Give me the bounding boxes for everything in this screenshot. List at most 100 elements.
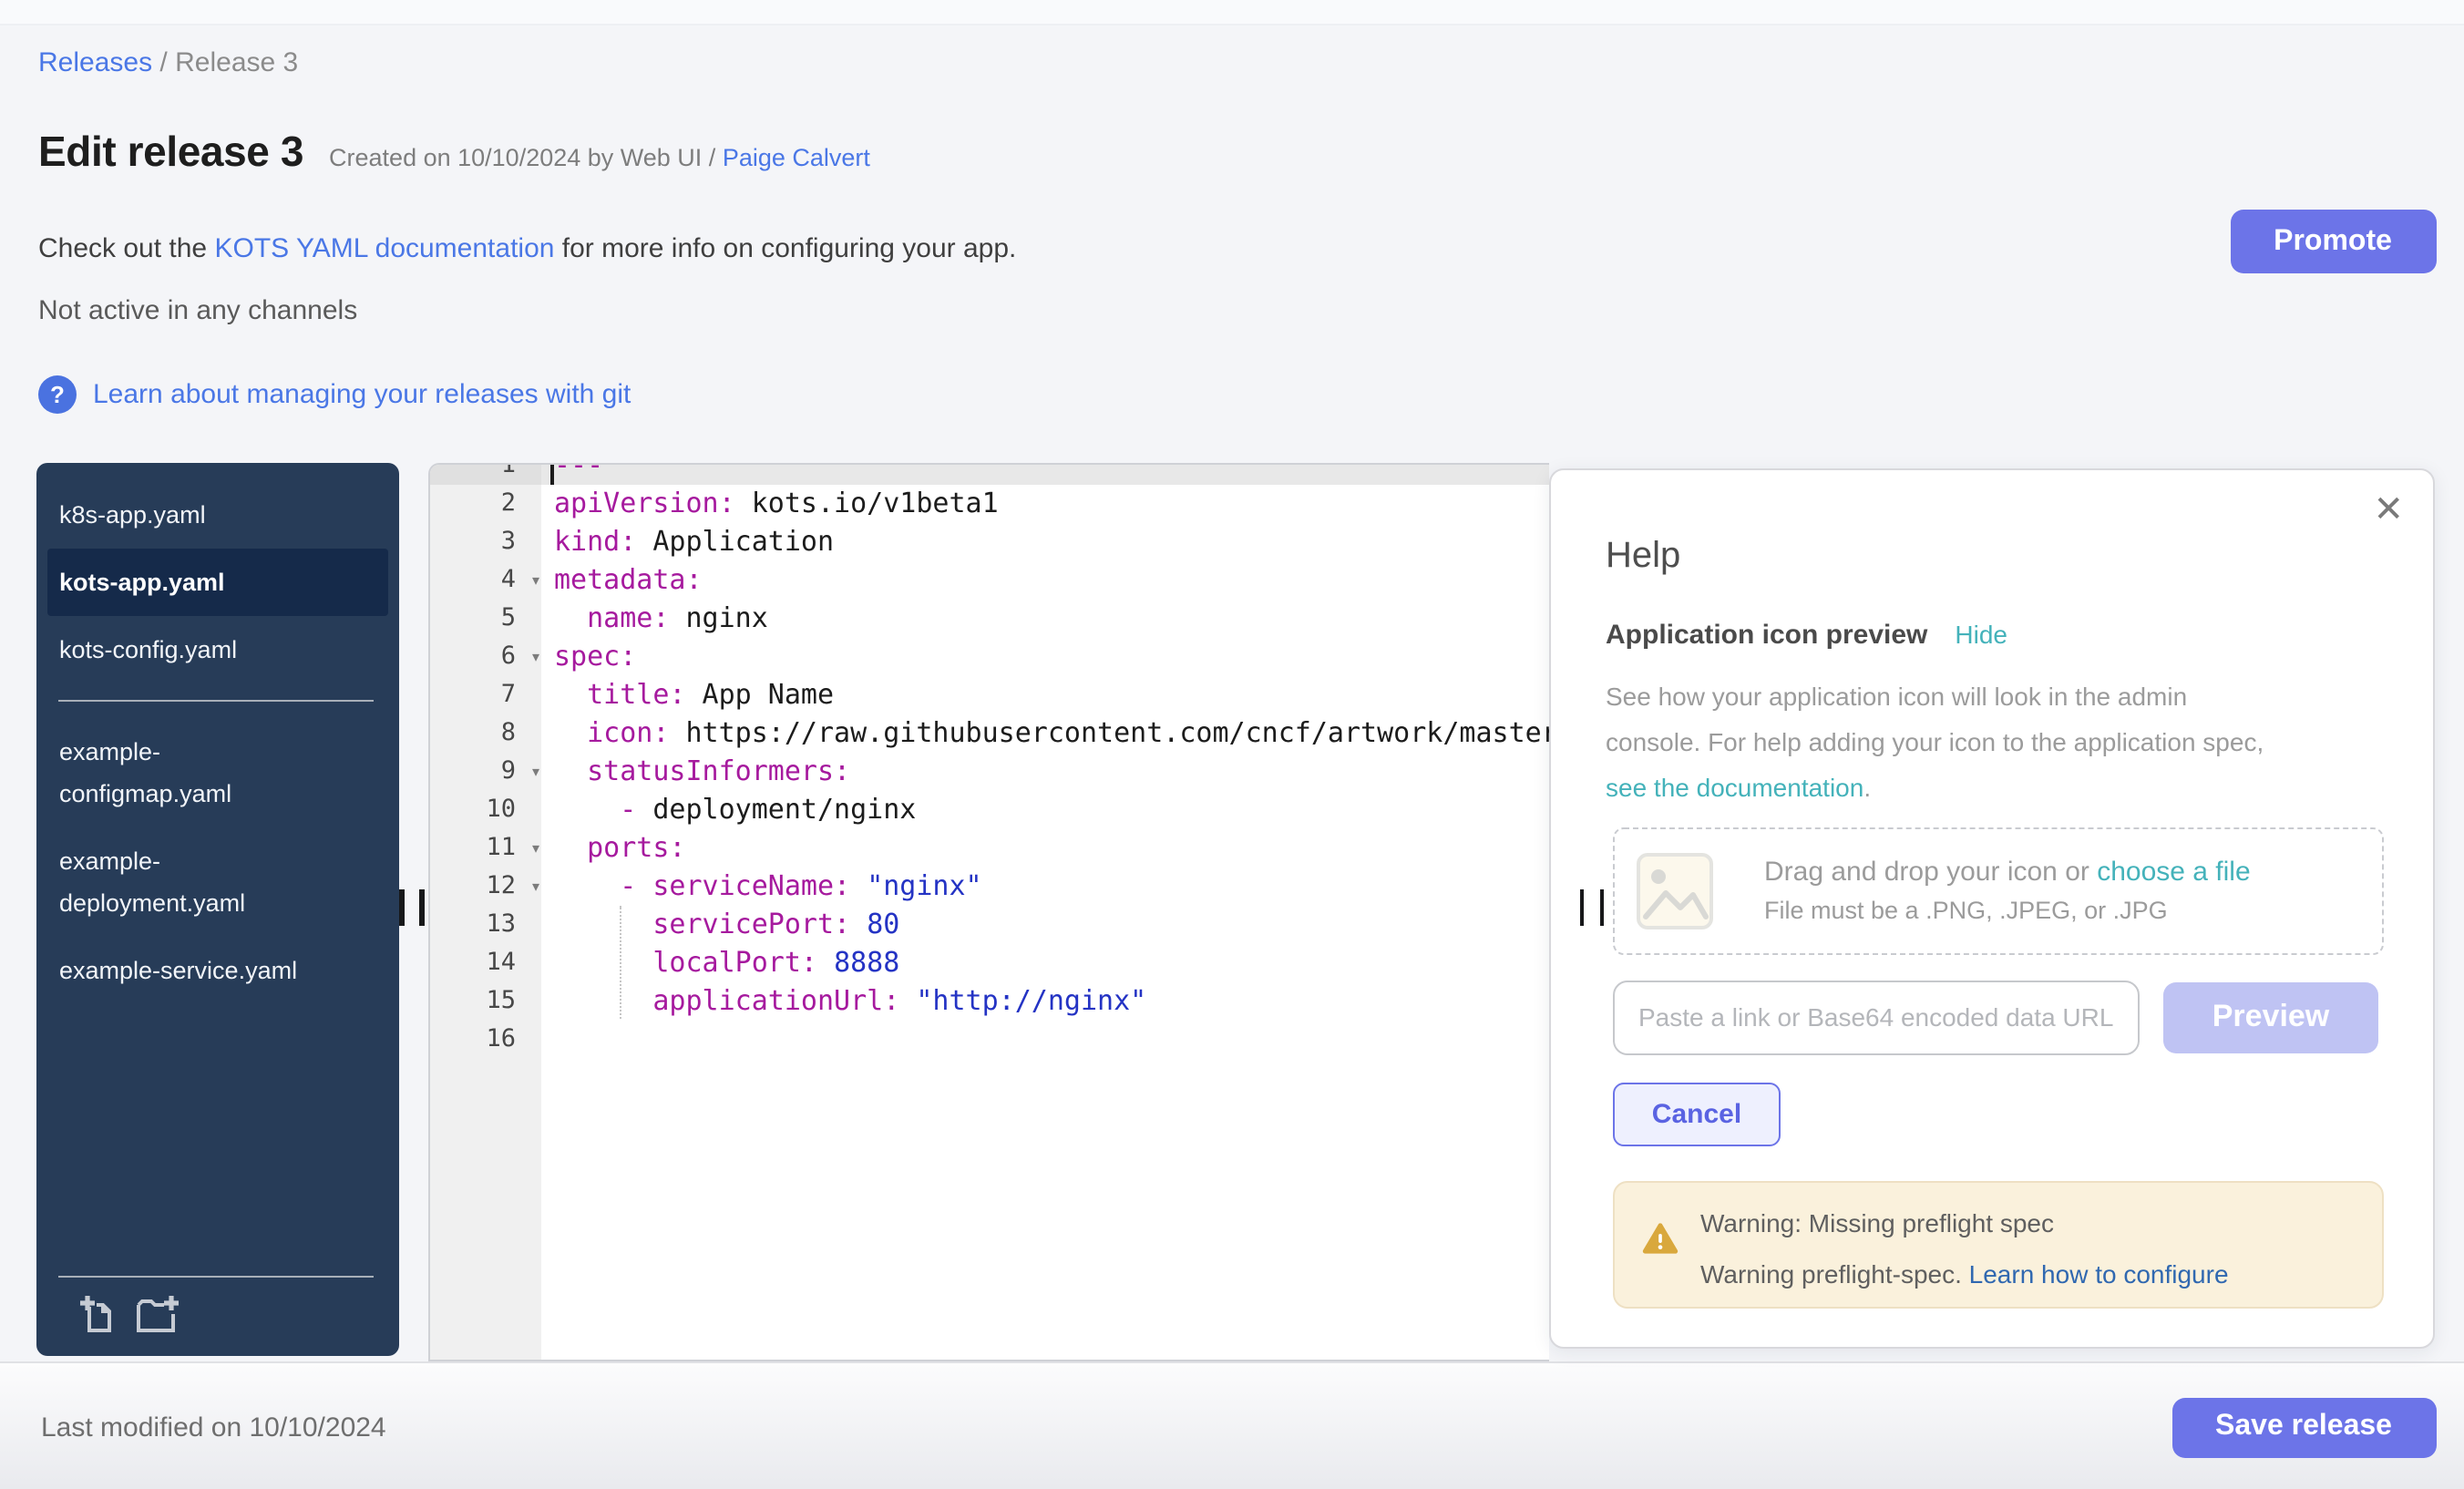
fold-arrow-icon[interactable]: ▾ (532, 561, 539, 600)
learn-how-to-configure-link[interactable]: Learn how to configure (1969, 1258, 2229, 1288)
gutter-line-7: 7 (430, 676, 541, 714)
docs-prefix: Check out the (38, 233, 214, 264)
icon-dropzone[interactable]: Drag and drop your icon or choose a file… (1613, 827, 2384, 954)
code-line-1[interactable]: --- (541, 463, 1549, 485)
code-line-14[interactable]: localPort: 8888 (541, 944, 1549, 982)
file-item-example-service.yaml[interactable]: example-service.yaml (47, 937, 387, 1004)
kots-yaml-docs-link[interactable]: KOTS YAML documentation (214, 233, 554, 264)
code-line-11[interactable]: ports: (541, 829, 1549, 868)
code-line-3[interactable]: kind: Application (541, 523, 1549, 561)
code-line-10[interactable]: - deployment/nginx (541, 791, 1549, 829)
created-text: Created on 10/10/2024 by Web UI / (329, 144, 723, 171)
warning-triangle-icon (1642, 1220, 1679, 1255)
icon-preview-header: Application icon preview Hide (1606, 619, 2007, 650)
dropzone-prefix: Drag and drop your icon or (1764, 857, 2097, 888)
created-info: Created on 10/10/2024 by Web UI / Paige … (329, 144, 870, 171)
sidebar-resize-handle[interactable] (399, 889, 424, 926)
code-line-4[interactable]: metadata: (541, 561, 1549, 600)
save-release-button[interactable]: Save release (2171, 1397, 2436, 1457)
gutter-line-9[interactable]: 9▾ (430, 753, 541, 791)
close-icon[interactable]: ✕ (2373, 491, 2404, 528)
git-help-row: ? Learn about managing your releases wit… (38, 375, 631, 414)
resize-bar (419, 889, 424, 926)
hide-link[interactable]: Hide (1955, 619, 2007, 648)
fold-arrow-icon[interactable]: ▾ (532, 753, 539, 791)
file-label: example-service.yaml (59, 950, 297, 991)
page-title: Edit release 3 (38, 128, 303, 177)
new-folder-icon[interactable] (135, 1292, 182, 1336)
title-row: Edit release 3 Created on 10/10/2024 by … (38, 128, 870, 177)
docs-suffix: for more info on configuring your app. (554, 233, 1016, 264)
dropzone-text: Drag and drop your icon or choose a file… (1764, 857, 2251, 924)
file-group-divider (58, 700, 373, 702)
dropzone-line1: Drag and drop your icon or choose a file (1764, 857, 2251, 888)
editor-resize-handle[interactable] (1579, 889, 1604, 926)
file-label: example-deployment.yaml (59, 840, 314, 924)
promote-button[interactable]: Promote (2230, 210, 2436, 273)
file-item-example-configmap.yaml[interactable]: example-configmap.yaml (47, 718, 387, 827)
created-by-link[interactable]: Paige Calvert (723, 144, 870, 171)
see-documentation-link[interactable]: see the documentation (1606, 772, 1863, 801)
file-list: k8s-app.yaml kots-app.yaml kots-config.yam… (36, 463, 398, 1004)
code-line-13[interactable]: servicePort: 80 (541, 906, 1549, 944)
gutter-line-12[interactable]: 12▾ (430, 868, 541, 906)
text-cursor (550, 465, 553, 485)
code-line-12[interactable]: - serviceName: "nginx" (541, 868, 1549, 906)
channel-status: Not active in any channels (38, 295, 357, 326)
indent-guide (620, 906, 621, 1019)
breadcrumb-separator: / (152, 47, 175, 78)
help-panel-title: Help (1606, 535, 1680, 577)
file-label: kots-app.yaml (59, 561, 225, 603)
gutter-line-14: 14 (430, 944, 541, 982)
gutter-line-8: 8 (430, 714, 541, 753)
docs-line: Check out the KOTS YAML documentation fo… (38, 233, 1016, 264)
git-releases-link[interactable]: Learn about managing your releases with … (93, 379, 631, 410)
file-label: example-configmap.yaml (59, 731, 314, 815)
new-file-icon[interactable] (75, 1292, 118, 1336)
sidebar-bottom (36, 1276, 398, 1336)
footer: Last modified on 10/10/2024 Save release (0, 1361, 2464, 1489)
help-description-line: See how your application icon will look … (1606, 681, 2187, 710)
warning-title: Warning: Missing preflight spec (1700, 1207, 2054, 1237)
file-item-kots-app.yaml[interactable]: kots-app.yaml (47, 549, 387, 616)
help-description-period: . (1863, 772, 1871, 801)
code-line-5[interactable]: name: nginx (541, 600, 1549, 638)
gutter-line-1: 1 (430, 463, 541, 485)
icon-url-input[interactable] (1613, 980, 2140, 1054)
code-line-8[interactable]: icon: https://raw.githubusercontent.com/… (541, 714, 1549, 753)
code-line-16[interactable] (541, 1021, 1549, 1059)
gutter-line-4[interactable]: 4▾ (430, 561, 541, 600)
help-description-line: console. For help adding your icon to th… (1606, 726, 2264, 755)
yaml-editor[interactable]: 1234▾56▾789▾1011▾12▾13141516 ---apiVersi… (428, 463, 1549, 1361)
fold-arrow-icon[interactable]: ▾ (532, 868, 539, 906)
fold-arrow-icon[interactable]: ▾ (532, 638, 539, 676)
file-label: kots-config.yaml (59, 629, 237, 671)
breadcrumb-releases-link[interactable]: Releases (38, 47, 152, 78)
gutter-line-15: 15 (430, 982, 541, 1021)
cancel-button[interactable]: Cancel (1613, 1082, 1781, 1145)
file-item-kots-config.yaml[interactable]: kots-config.yaml (47, 616, 387, 683)
preview-button[interactable]: Preview (2163, 981, 2378, 1053)
code-line-6[interactable]: spec: (541, 638, 1549, 676)
code-line-9[interactable]: statusInformers: (541, 753, 1549, 791)
question-circle-icon: ? (38, 375, 77, 414)
code-line-15[interactable]: applicationUrl: "http://nginx" (541, 982, 1549, 1021)
image-placeholder-icon (1633, 848, 1717, 932)
file-item-k8s-app.yaml[interactable]: k8s-app.yaml (47, 481, 387, 549)
code-line-7[interactable]: title: App Name (541, 676, 1549, 714)
fold-arrow-icon[interactable]: ▾ (532, 829, 539, 868)
top-strip (0, 0, 2464, 26)
gutter-line-10: 10 (430, 791, 541, 829)
gutter-line-6[interactable]: 6▾ (430, 638, 541, 676)
gutter-line-11[interactable]: 11▾ (430, 829, 541, 868)
gutter-line-2: 2 (430, 485, 541, 523)
breadcrumb-current: Release 3 (175, 47, 298, 78)
gutter-line-5: 5 (430, 600, 541, 638)
warning-detail-text: Warning preflight-spec. (1700, 1258, 1969, 1288)
choose-file-link[interactable]: choose a file (2097, 857, 2250, 888)
code-line-2[interactable]: apiVersion: kots.io/v1beta1 (541, 485, 1549, 523)
dropzone-line2: File must be a .PNG, .JPEG, or .JPG (1764, 897, 2251, 924)
resize-bar (399, 889, 404, 926)
file-label: k8s-app.yaml (59, 494, 206, 536)
file-item-example-deployment.yaml[interactable]: example-deployment.yaml (47, 827, 387, 937)
